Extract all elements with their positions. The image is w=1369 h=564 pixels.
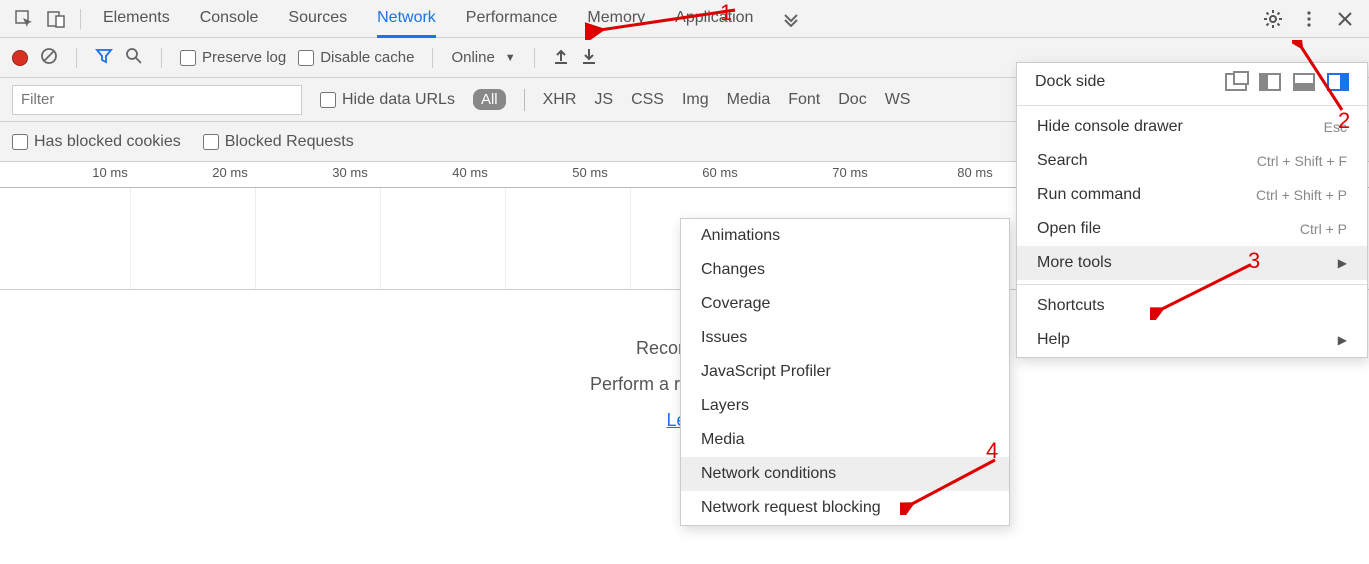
type-css[interactable]: CSS (631, 91, 664, 109)
type-js[interactable]: JS (594, 91, 613, 109)
download-har-icon[interactable] (581, 47, 597, 69)
submenu-arrow-icon: ▶ (1338, 256, 1347, 270)
has-blocked-cookies-checkbox[interactable]: Has blocked cookies (12, 133, 181, 151)
hide-data-urls-checkbox[interactable]: Hide data URLs (320, 91, 455, 109)
preserve-log-input[interactable] (180, 50, 196, 66)
tab-performance[interactable]: Performance (466, 1, 558, 37)
separator (534, 48, 535, 68)
search-icon[interactable] (125, 47, 143, 69)
tab-console[interactable]: Console (200, 1, 259, 37)
panel-tabs: Elements Console Sources Network Perform… (103, 1, 753, 37)
separator (80, 9, 81, 29)
clear-icon[interactable] (40, 47, 58, 69)
annotation-3: 3 (1248, 248, 1260, 274)
tick: 80 ms (957, 165, 992, 180)
annotation-2: 2 (1338, 108, 1350, 134)
inspect-icon[interactable] (10, 5, 38, 33)
disable-cache-input[interactable] (298, 50, 314, 66)
hide-data-urls-label: Hide data URLs (342, 91, 455, 109)
separator (161, 48, 162, 68)
preserve-log-checkbox[interactable]: Preserve log (180, 49, 286, 66)
settings-icon[interactable] (1259, 5, 1287, 33)
has-blocked-cookies-label: Has blocked cookies (34, 133, 181, 151)
blocked-requests-input[interactable] (203, 134, 219, 150)
tick: 70 ms (832, 165, 867, 180)
type-media[interactable]: Media (727, 91, 771, 109)
has-blocked-cookies-input[interactable] (12, 134, 28, 150)
type-font[interactable]: Font (788, 91, 820, 109)
submenu-media[interactable]: Media (681, 423, 1009, 457)
disable-cache-checkbox[interactable]: Disable cache (298, 49, 414, 66)
kebab-menu-icon[interactable] (1295, 5, 1323, 33)
tick: 20 ms (212, 165, 247, 180)
type-img[interactable]: Img (682, 91, 709, 109)
menu-hide-console-drawer[interactable]: Hide console drawer Esc (1017, 110, 1367, 144)
dock-side-row: Dock side (1017, 63, 1367, 101)
tick: 30 ms (332, 165, 367, 180)
tick: 60 ms (702, 165, 737, 180)
blocked-requests-checkbox[interactable]: Blocked Requests (203, 133, 354, 151)
type-all-chip[interactable]: All (473, 89, 506, 110)
separator (432, 48, 433, 68)
submenu-animations[interactable]: Animations (681, 219, 1009, 253)
type-xhr[interactable]: XHR (543, 91, 577, 109)
tab-elements[interactable]: Elements (103, 1, 170, 37)
submenu-changes[interactable]: Changes (681, 253, 1009, 287)
submenu-issues[interactable]: Issues (681, 321, 1009, 355)
type-ws[interactable]: WS (885, 91, 911, 109)
devtools-top-bar: Elements Console Sources Network Perform… (0, 0, 1369, 38)
tick: 40 ms (452, 165, 487, 180)
menu-help[interactable]: Help ▶ (1017, 323, 1367, 357)
tab-sources[interactable]: Sources (288, 1, 347, 37)
upload-har-icon[interactable] (553, 47, 569, 69)
annotation-1: 1 (720, 0, 732, 26)
tick: 10 ms (92, 165, 127, 180)
filter-input[interactable] (12, 85, 302, 115)
throttling-value: Online (451, 49, 494, 66)
caret-down-icon: ▼ (505, 52, 516, 64)
menu-search[interactable]: Search Ctrl + Shift + F (1017, 144, 1367, 178)
separator (76, 48, 77, 68)
menu-open-file[interactable]: Open file Ctrl + P (1017, 212, 1367, 246)
tab-network[interactable]: Network (377, 1, 436, 38)
tab-application[interactable]: Application (675, 1, 753, 37)
device-toggle-icon[interactable] (42, 5, 70, 33)
dock-side-label: Dock side (1035, 73, 1105, 91)
dock-right-icon[interactable] (1327, 73, 1349, 91)
preserve-log-label: Preserve log (202, 49, 286, 66)
hide-data-urls-input[interactable] (320, 92, 336, 108)
type-doc[interactable]: Doc (838, 91, 866, 109)
submenu-layers[interactable]: Layers (681, 389, 1009, 423)
dock-left-icon[interactable] (1259, 73, 1281, 91)
main-menu: Dock side Hide console drawer Esc Search… (1016, 62, 1368, 358)
menu-run-command[interactable]: Run command Ctrl + Shift + P (1017, 178, 1367, 212)
record-button[interactable] (12, 50, 28, 66)
submenu-js-profiler[interactable]: JavaScript Profiler (681, 355, 1009, 389)
tab-memory[interactable]: Memory (587, 1, 645, 37)
submenu-network-conditions[interactable]: Network conditions (681, 457, 1009, 491)
tick: 50 ms (572, 165, 607, 180)
submenu-coverage[interactable]: Coverage (681, 287, 1009, 321)
overflow-tabs-icon[interactable] (777, 5, 805, 33)
menu-more-tools[interactable]: More tools ▶ (1017, 246, 1367, 280)
dock-bottom-icon[interactable] (1293, 73, 1315, 91)
submenu-arrow-icon: ▶ (1338, 333, 1347, 347)
close-devtools-icon[interactable] (1331, 5, 1359, 33)
filter-icon[interactable] (95, 47, 113, 69)
blocked-requests-label: Blocked Requests (225, 133, 354, 151)
annotation-4: 4 (986, 438, 998, 464)
disable-cache-label: Disable cache (320, 49, 414, 66)
more-tools-submenu: Animations Changes Coverage Issues JavaS… (680, 218, 1010, 526)
submenu-network-request-blocking[interactable]: Network request blocking (681, 491, 1009, 525)
dock-popout-icon[interactable] (1225, 73, 1247, 91)
throttling-dropdown[interactable]: Online ▼ (451, 49, 515, 66)
separator (524, 89, 525, 111)
menu-shortcuts[interactable]: Shortcuts (1017, 289, 1367, 323)
